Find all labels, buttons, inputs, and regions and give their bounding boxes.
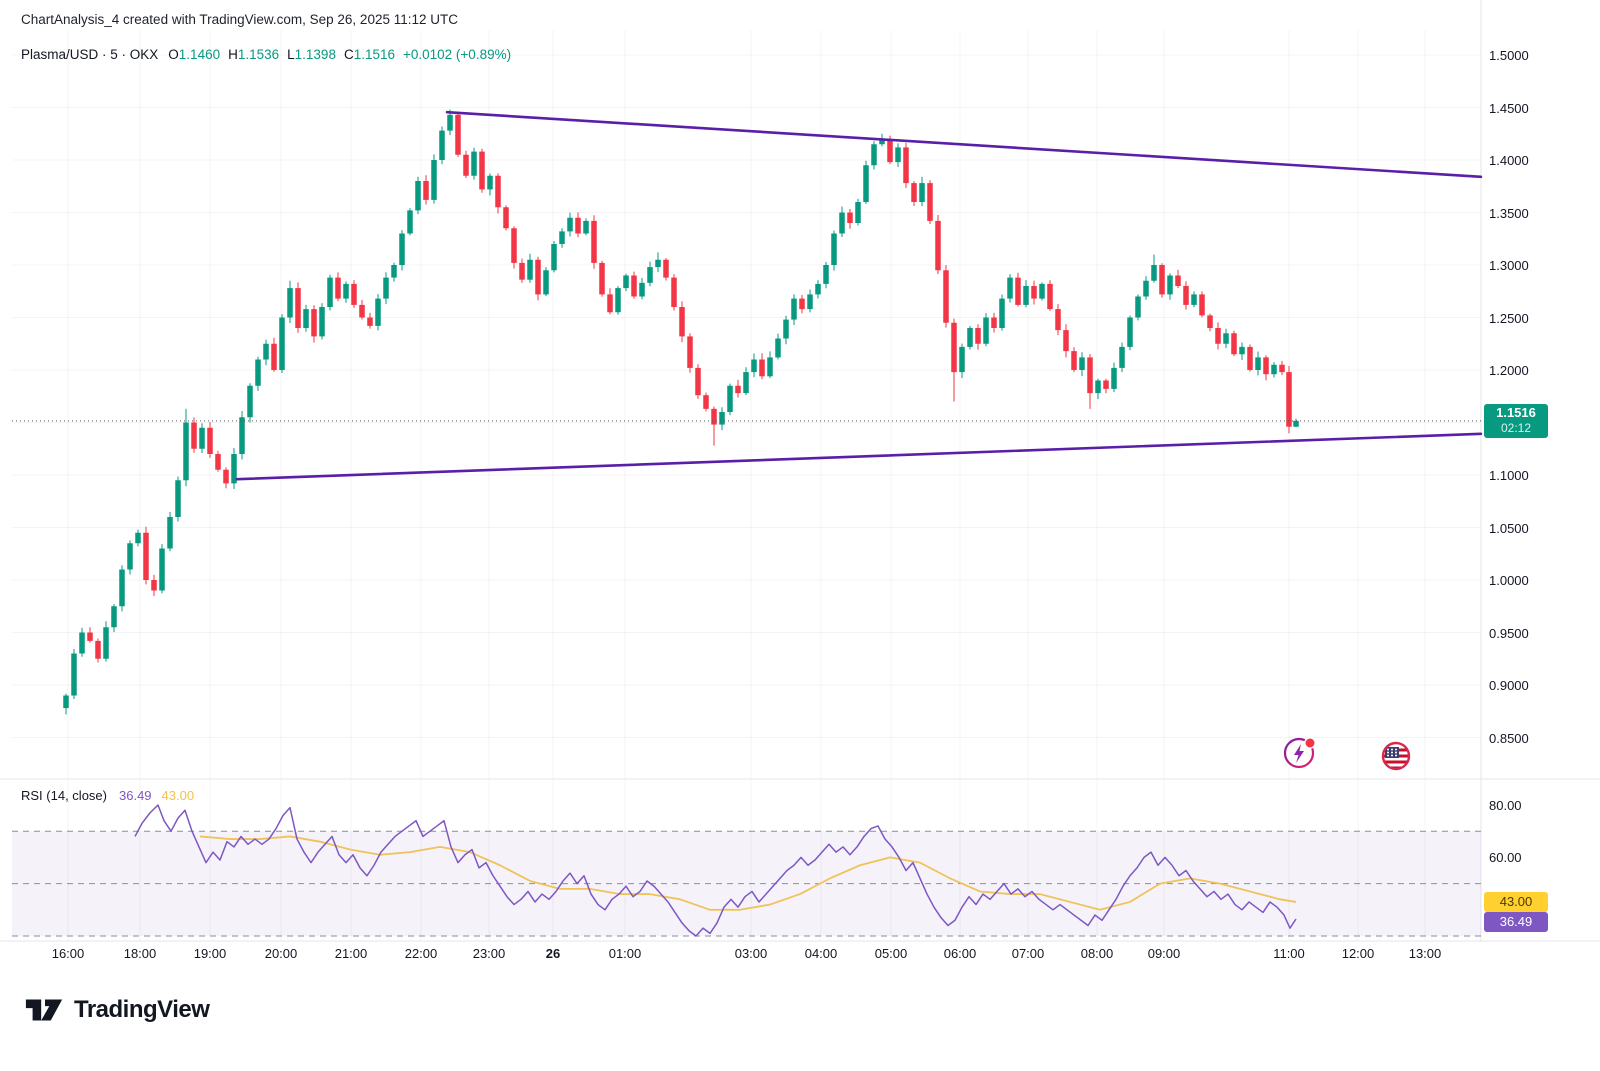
symbol-title: Plasma/USD · 5 · OKX [21, 47, 159, 62]
time-axis-label: 18:00 [123, 946, 157, 961]
time-axis-label: 22:00 [404, 946, 438, 961]
ohlc-high: H1.1536 [228, 47, 280, 62]
ohlc-close: C1.1516 [343, 47, 395, 62]
tradingview-logo-text: TradingView [74, 996, 210, 1023]
time-axis-label: 16:00 [51, 946, 85, 961]
price-axis-label: 1.5000 [1489, 48, 1529, 63]
rsi-axis-label: 60.00 [1489, 850, 1522, 866]
time-axis-label: 20:00 [264, 946, 298, 961]
time-axis-label: 11:00 [1273, 946, 1305, 961]
lightning-event-icon[interactable] [1283, 736, 1317, 770]
ohlc-open: O1.1460 [168, 47, 221, 62]
time-axis-label: 09:00 [1147, 946, 1181, 961]
time-axis-label: 08:00 [1080, 946, 1114, 961]
ohlc-values: O1.1460 H1.1536 L1.1398 C1.1516 [168, 47, 403, 62]
price-axis-label: 1.3000 [1489, 258, 1529, 273]
symbol-info-line: Plasma/USD · 5 · OKX O1.1460 H1.1536 L1.139… [21, 47, 511, 62]
rsi-axis-label: 80.00 [1489, 798, 1522, 813]
price-axis-label: 1.4500 [1489, 100, 1529, 116]
price-chart-canvas[interactable] [0, 0, 1600, 1071]
price-badge: 1.1516 02:12 [1484, 403, 1548, 438]
time-axis-label: 19:00 [193, 946, 227, 961]
chart-page: ChartAnalysis_4 created with TradingView… [0, 0, 1600, 1071]
ohlc-low: L1.1398 [287, 47, 336, 62]
price-axis-label: 1.3500 [1489, 205, 1529, 221]
time-axis-label: 23:00 [472, 946, 506, 961]
price-axis-label: 0.9000 [1489, 678, 1529, 693]
time-axis-label: 21:00 [334, 946, 368, 961]
price-axis-label: 0.8500 [1489, 730, 1529, 746]
price-axis-label: 1.0500 [1489, 520, 1529, 536]
time-axis-label: 12:00 [1341, 946, 1375, 961]
trendline-descending-resistance[interactable] [445, 110, 1483, 179]
time-axis-label: 26 [545, 946, 561, 961]
rsi-header: RSI (14, close) 36.49 43.00 [21, 788, 194, 803]
time-axis-label: 06:00 [943, 946, 977, 961]
trendline-ascending-support[interactable] [235, 432, 1483, 481]
attribution-line: ChartAnalysis_4 created with TradingView… [21, 12, 458, 27]
rsi-ma-value: 43.00 [161, 788, 195, 803]
us-flag-event-icon[interactable] [1379, 739, 1413, 773]
price-badge-value: 1.1516 [1496, 404, 1536, 420]
time-axis-label: 04:00 [804, 946, 838, 961]
time-axis-label: 13:00 [1408, 946, 1442, 961]
change-value: +0.0102 (+0.89%) [403, 47, 512, 62]
rsi-ma-badge: 43.00 [1484, 891, 1548, 912]
time-axis-label: 03:00 [734, 946, 768, 961]
price-axis-label: 1.4000 [1489, 153, 1529, 168]
time-axis-label: 05:00 [874, 946, 908, 961]
rsi-value-badge: 36.49 [1484, 911, 1548, 932]
rsi-title: RSI (14, close) [21, 788, 107, 803]
time-axis-label: 07:00 [1011, 946, 1045, 961]
price-axis-label: 1.1000 [1489, 468, 1529, 483]
price-axis-label: 1.2500 [1489, 310, 1529, 326]
rsi-value: 36.49 [119, 788, 152, 803]
gridlines [0, 0, 1600, 942]
price-axis-label: 1.2000 [1489, 363, 1529, 378]
price-axis-label: 0.9500 [1489, 625, 1529, 641]
time-axis-label: 01:00 [608, 946, 642, 961]
tradingview-logo-mark [25, 999, 63, 1021]
price-badge-countdown: 02:12 [1500, 420, 1532, 435]
price-axis-label: 1.0000 [1489, 573, 1529, 588]
tradingview-logo[interactable]: TradingView [24, 995, 210, 1025]
candles-series[interactable] [63, 109, 1299, 715]
